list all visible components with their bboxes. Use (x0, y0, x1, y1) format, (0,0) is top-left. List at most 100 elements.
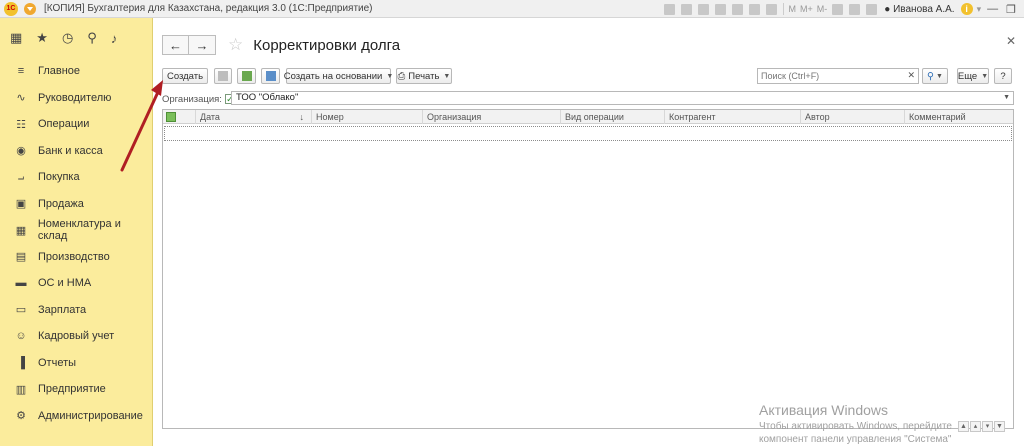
user-name-text: Иванова А.А. (893, 3, 955, 15)
favorite-star-icon[interactable]: ☆ (228, 35, 243, 55)
organization-filter: Организация: ✓ ТОО "Облако" ▼ (162, 91, 1014, 106)
history-icon[interactable] (866, 3, 878, 15)
create-label: Создать (166, 70, 204, 82)
sidebar-item-label: Главное (38, 65, 81, 78)
sidebar-item[interactable]: ▥ Предприятие (0, 376, 152, 403)
restore-icon[interactable]: ❐ (1006, 3, 1016, 16)
more-dropdown[interactable]: Еще ▼ (957, 68, 989, 84)
memory-button[interactable]: M (789, 4, 797, 14)
calculator-icon[interactable] (765, 3, 777, 15)
search-icon[interactable]: ⚲ (87, 30, 97, 46)
sidebar-item[interactable]: ▣ Продажа (0, 191, 152, 218)
sidebar-item-label: Руководителю (38, 91, 112, 104)
chevron-down-icon: ▼ (936, 72, 943, 80)
sidebar-item[interactable]: ◉ Банк и касса (0, 138, 152, 165)
scroll-top-icon[interactable]: ▲ (958, 421, 969, 432)
operations-icon: ☷ (16, 118, 26, 131)
sidebar-item[interactable]: ≡ Главное (0, 58, 152, 85)
forward-button[interactable]: → (189, 35, 216, 55)
sidebar-item-label: Продажа (38, 197, 84, 210)
info-dropdown-icon[interactable]: ▾ (977, 4, 982, 15)
search-field[interactable]: ✕ (757, 68, 919, 84)
main-menu-button[interactable] (24, 2, 36, 15)
watermark-line: компонент панели управления "Система" (759, 434, 952, 445)
chevron-down-icon[interactable]: ▼ (1003, 92, 1010, 104)
bell-icon[interactable]: ♪ (111, 31, 118, 46)
column-number[interactable]: Номер (311, 110, 422, 124)
copy-button[interactable] (214, 68, 232, 84)
attach-icon[interactable] (714, 3, 726, 15)
windows-activation-watermark: Активация Windows Чтобы активировать Win… (759, 402, 952, 445)
calendar-icon[interactable] (748, 3, 760, 15)
sidebar-item[interactable]: ▤ Производство (0, 244, 152, 271)
info-icon[interactable]: i (960, 3, 973, 15)
form-toolbar: Создать Создать на основании▼ ⎙Печать▼ ✕… (162, 68, 1018, 84)
memory-minus-button[interactable]: M- (817, 4, 828, 14)
sidebar-item-label: Кадровый учет (38, 330, 115, 343)
app-logo-icon: 1С (4, 1, 18, 16)
column-counterparty[interactable]: Контрагент (664, 110, 800, 124)
column-date[interactable]: Дата ↓ (195, 110, 308, 124)
minimize-icon[interactable]: — (987, 3, 998, 15)
more-label: Еще (957, 70, 978, 82)
structure-button[interactable] (261, 68, 280, 84)
column-author[interactable]: Автор (800, 110, 904, 124)
scroll-up-icon[interactable]: ▴ (970, 421, 981, 432)
sidebar-item[interactable]: ⚙ Администрирование (0, 403, 152, 430)
print-dropdown[interactable]: ⎙ Печать ▼ (396, 68, 452, 84)
create-based-dropdown[interactable]: Создать на основании ▼ (284, 68, 393, 84)
documents-table[interactable]: Дата ↓ Номер Организация Вид операции Кон… (162, 109, 1014, 429)
user-name[interactable]: ● Иванова А.А. (884, 4, 954, 15)
scroll-bottom-icon[interactable]: ▼ (994, 421, 1005, 432)
save-icon[interactable] (663, 3, 675, 15)
sidebar-item[interactable]: ▦ Номенклатура и склад (0, 217, 152, 244)
sidebar-item[interactable]: ▭ Зарплата (0, 297, 152, 324)
zoom-in-icon[interactable] (832, 3, 844, 15)
print-icon[interactable] (680, 3, 692, 15)
print-label: Печать (408, 70, 440, 82)
close-icon[interactable]: ✕ (1006, 34, 1016, 48)
sidebar-item[interactable]: ▬ ОС и НМА (0, 270, 152, 297)
sidebar-item[interactable]: ∿ Руководителю (0, 85, 152, 112)
sidebar: ▦ ★ ◷ ⚲ ♪ ≡ Главное ∿ Руководителю ☷ Операции… (0, 18, 153, 446)
title-bar: 1С [КОПИЯ] Бухгалтерия для Казахстана, р… (0, 0, 1024, 18)
watermark-line: Чтобы активировать Windows, перейдите (759, 421, 952, 432)
column-comment[interactable]: Комментарий (904, 110, 1013, 124)
history-clock-icon[interactable]: ◷ (62, 30, 73, 46)
pin-icon[interactable] (849, 3, 861, 15)
favorites-star-icon[interactable]: ★ (36, 30, 48, 46)
apps-grid-icon[interactable]: ▦ (10, 30, 22, 46)
clear-search-icon[interactable]: ✕ (907, 70, 915, 81)
column-organization[interactable]: Организация (422, 110, 560, 124)
table-nav-buttons: ▲ ▴ ▾ ▼ (957, 421, 1005, 432)
column-operation-type[interactable]: Вид операции (560, 110, 664, 124)
table-row[interactable] (164, 126, 1012, 141)
search-button[interactable]: ⚲ ▼ (922, 68, 948, 84)
printer-icon: ⎙ (397, 70, 406, 82)
search-input[interactable] (758, 69, 898, 83)
sidebar-item-label: Зарплата (38, 303, 87, 316)
bar-chart-icon: ▐ (17, 356, 25, 369)
sidebar-item[interactable]: ▐ Отчеты (0, 350, 152, 377)
sidebar-item-label: Операции (38, 118, 90, 131)
memory-plus-button[interactable]: M+ (800, 4, 813, 14)
people-icon: ☺ (15, 330, 27, 343)
help-button[interactable]: ? (994, 68, 1012, 84)
preview-icon[interactable] (697, 3, 709, 15)
scroll-down-icon[interactable]: ▾ (982, 421, 993, 432)
copy-icon (218, 71, 228, 81)
document-icon[interactable] (731, 3, 743, 15)
sidebar-item[interactable]: ☷ Операции (0, 111, 152, 138)
post-icon (241, 71, 252, 81)
gear-icon: ⚙ (16, 410, 26, 423)
create-button[interactable]: Создать (162, 68, 208, 84)
post-button[interactable] (237, 68, 256, 84)
organization-field[interactable]: ТОО "Облако" ▼ (231, 91, 1014, 105)
back-button[interactable]: ← (162, 35, 189, 55)
sidebar-toolbar: ▦ ★ ◷ ⚲ ♪ (0, 18, 152, 58)
building-icon: ▥ (15, 383, 27, 396)
sidebar-item[interactable]: ☺ Кадровый учет (0, 323, 152, 350)
sidebar-item[interactable]: ⨼ Покупка (0, 164, 152, 191)
sidebar-item-label: ОС и НМА (38, 277, 92, 290)
warehouse-icon: ▦ (15, 224, 27, 237)
